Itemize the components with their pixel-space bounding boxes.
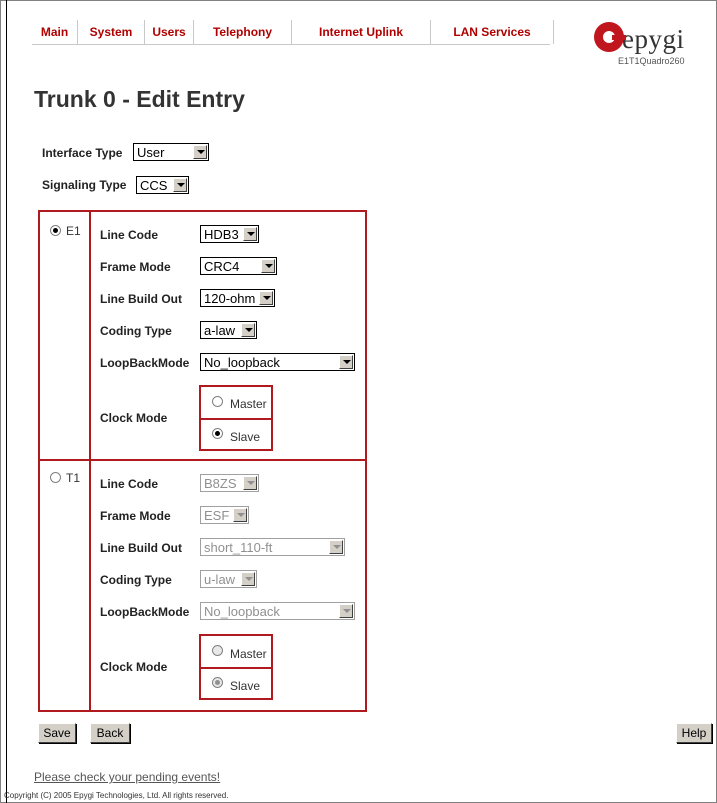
nav-divider xyxy=(32,44,550,45)
e1-frame-mode-label: Frame Mode xyxy=(100,260,171,274)
e1-line-build-out-select[interactable]: 120-ohm xyxy=(200,289,275,307)
t1-frame-mode-select[interactable]: ESF xyxy=(200,506,249,524)
t1-coding-type-label: Coding Type xyxy=(100,573,172,587)
epygi-logo-mark-icon xyxy=(594,22,626,52)
chevron-down-icon xyxy=(339,604,353,618)
interface-type-select[interactable]: User xyxy=(133,143,209,161)
e1-line-build-out-label: Line Build Out xyxy=(100,292,182,306)
chevron-down-icon xyxy=(173,178,187,192)
page-title: Trunk 0 - Edit Entry xyxy=(34,86,245,112)
nav-tab-lan-services[interactable]: LAN Services xyxy=(431,20,554,44)
device-model: E1T1Quadro260 xyxy=(618,56,685,66)
t1-coding-type-select[interactable]: u-law xyxy=(200,570,257,588)
chevron-down-icon xyxy=(243,476,257,490)
e1-line-code-select[interactable]: HDB3 xyxy=(200,225,259,243)
t1-line-build-out-select[interactable]: short_110-ft xyxy=(200,538,345,556)
t1-clock-mode-label: Clock Mode xyxy=(100,660,168,674)
save-button[interactable]: Save xyxy=(38,723,76,743)
e1-loopback-mode-label: LoopBackMode xyxy=(100,356,190,370)
back-button[interactable]: Back xyxy=(90,723,130,743)
t1-clock-master-label: Master xyxy=(230,647,267,661)
e1-clock-slave-label: Slave xyxy=(230,430,261,444)
e1-line-code-label: Line Code xyxy=(100,228,159,242)
nav-tab-system[interactable]: System xyxy=(78,20,145,44)
table-row-divider xyxy=(38,459,367,461)
chevron-down-icon xyxy=(339,355,353,369)
t1-line-code-select[interactable]: B8ZS xyxy=(200,474,259,492)
e1-radio[interactable] xyxy=(50,225,61,236)
chevron-down-icon xyxy=(329,540,343,554)
e1-loopback-mode-select[interactable]: No_loopback xyxy=(200,353,355,371)
t1-clock-mode-divider xyxy=(199,667,273,669)
t1-line-code-label: Line Code xyxy=(100,477,159,491)
t1-loopback-mode-select[interactable]: No_loopback xyxy=(200,602,355,620)
e1-clock-master-radio[interactable] xyxy=(212,396,223,407)
e1-clock-master-label: Master xyxy=(230,397,267,411)
copyright-text: Copyright (C) 2005 Epygi Technologies, L… xyxy=(4,791,229,800)
chevron-down-icon xyxy=(261,259,275,273)
chevron-down-icon xyxy=(241,572,255,586)
nav-tab-internet-uplink[interactable]: Internet Uplink xyxy=(292,20,431,44)
epygi-logo: epygi E1T1Quadro260 xyxy=(594,22,710,70)
signaling-type-label: Signaling Type xyxy=(42,178,127,192)
nav-tab-main[interactable]: Main xyxy=(32,20,78,44)
interface-type-label: Interface Type xyxy=(42,146,123,160)
t1-clock-master-radio[interactable] xyxy=(212,645,223,656)
chevron-down-icon xyxy=(259,291,273,305)
chevron-down-icon xyxy=(241,323,255,337)
signaling-type-select[interactable]: CCS xyxy=(136,176,189,194)
chevron-down-icon xyxy=(233,508,247,522)
t1-radio[interactable] xyxy=(50,472,61,483)
main-nav: Main System Users Telephony Internet Upl… xyxy=(32,20,554,44)
e1-clock-mode-label: Clock Mode xyxy=(100,411,168,425)
t1-clock-slave-radio[interactable] xyxy=(212,677,223,688)
chevron-down-icon xyxy=(193,145,207,159)
t1-radio-label: T1 xyxy=(66,471,81,485)
e1-coding-type-label: Coding Type xyxy=(100,324,172,338)
t1-clock-slave-label: Slave xyxy=(230,679,261,693)
e1-clock-mode-divider xyxy=(199,418,273,420)
t1-frame-mode-label: Frame Mode xyxy=(100,509,171,523)
nav-tab-telephony[interactable]: Telephony xyxy=(194,20,292,44)
e1-clock-slave-radio[interactable] xyxy=(212,428,223,439)
table-column-divider xyxy=(89,210,91,712)
e1-radio-label: E1 xyxy=(66,224,81,238)
brand-name: epygi xyxy=(622,24,685,54)
help-button[interactable]: Help xyxy=(676,723,712,743)
t1-line-build-out-label: Line Build Out xyxy=(100,541,182,555)
chevron-down-icon xyxy=(243,227,257,241)
e1-frame-mode-select[interactable]: CRC4 xyxy=(200,257,277,275)
e1-coding-type-select[interactable]: a-law xyxy=(200,321,257,339)
left-border xyxy=(6,0,7,803)
t1-loopback-mode-label: LoopBackMode xyxy=(100,605,190,619)
pending-events-link[interactable]: Please check your pending events! xyxy=(34,770,220,784)
nav-tab-users[interactable]: Users xyxy=(145,20,194,44)
